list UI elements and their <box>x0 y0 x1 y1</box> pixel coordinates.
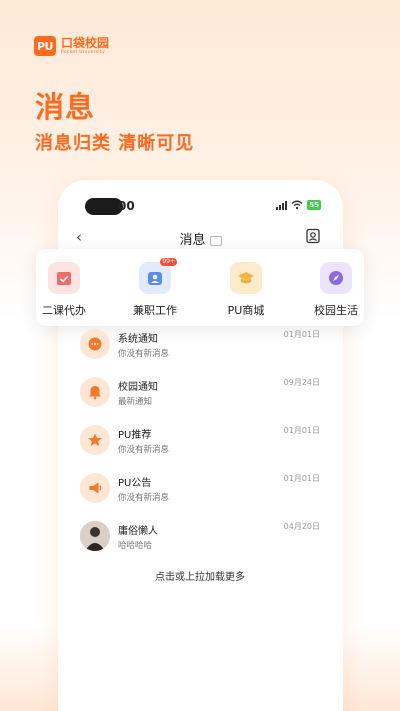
category-pu-mall[interactable]: PU商城 <box>214 262 278 318</box>
status-time: 00 <box>118 199 135 213</box>
status-icons: 55 <box>276 200 321 210</box>
message-row-recommend[interactable]: PU推荐 你没有新消息 01月01日 <box>80 419 325 459</box>
category-card: 二课代办 99+ 兼职工作 PU商城 校园生活 <box>36 249 364 326</box>
message-row-campus[interactable]: 校园通知 最新通知 09月24日 <box>80 371 325 411</box>
contacts-icon[interactable] <box>305 228 321 244</box>
message-date: 01月01日 <box>283 426 320 435</box>
chat-icon <box>80 329 110 359</box>
message-title: 庸俗懒人 <box>118 526 158 537</box>
message-row-system[interactable]: 系统通知 你没有新消息 01月01日 <box>80 323 325 363</box>
bell-icon <box>80 377 110 407</box>
message-row-user[interactable]: 庸俗懒人 哈哈哈哈 04月20日 <box>80 515 325 555</box>
category-label: PU商城 <box>227 304 265 317</box>
compass-icon <box>320 262 352 294</box>
message-preview: 哈哈哈哈 <box>118 541 153 551</box>
message-preview: 你没有新消息 <box>118 493 170 503</box>
wifi-icon <box>291 200 303 210</box>
star-icon <box>80 425 110 455</box>
category-label: 二课代办 <box>42 304 86 317</box>
category-label: 兼职工作 <box>133 304 177 317</box>
nav-title-wrap: 消息 <box>58 229 343 248</box>
brand-name-en: Pocket University <box>61 49 105 55</box>
message-preview: 最新通知 <box>118 397 153 407</box>
briefcase-user-icon: 99+ <box>139 258 177 294</box>
nav-bar: ‹ 消息 <box>58 226 343 250</box>
clear-icon[interactable] <box>209 235 222 246</box>
page-title: 消息 <box>179 233 206 248</box>
graduation-cap-icon <box>230 262 262 294</box>
brand-logo: PU 口袋校园 Pocket University <box>34 35 109 57</box>
unread-badge: 99+ <box>160 258 177 266</box>
message-title: PU推荐 <box>118 430 152 441</box>
page-subline: 消息归类 清晰可见 <box>35 133 195 154</box>
message-preview: 你没有新消息 <box>118 349 170 359</box>
calendar-check-icon <box>48 262 80 294</box>
load-more-link[interactable]: 点击或上拉加载更多 <box>0 568 400 583</box>
brand-wordmark: 口袋校园 Pocket University <box>61 37 109 56</box>
category-campus-life[interactable]: 校园生活 <box>304 262 368 318</box>
message-date: 01月01日 <box>283 474 320 483</box>
signal-icon <box>276 200 288 210</box>
category-second-class[interactable]: 二课代办 <box>32 262 96 318</box>
battery-indicator: 55 <box>307 200 321 210</box>
message-date: 04月20日 <box>283 522 320 531</box>
message-preview: 你没有新消息 <box>118 445 170 455</box>
page-headline: 消息 <box>35 90 96 124</box>
message-row-announcement[interactable]: PU公告 你没有新消息 01月01日 <box>80 467 325 507</box>
brand-name-cn: 口袋校园 <box>61 35 110 50</box>
message-title: 校园通知 <box>118 382 158 393</box>
category-label: 校园生活 <box>314 304 358 317</box>
message-date: 01月01日 <box>283 330 320 339</box>
message-title: 系统通知 <box>118 334 158 345</box>
user-avatar[interactable] <box>80 521 110 551</box>
message-title: PU公告 <box>118 478 152 489</box>
megaphone-icon <box>80 473 110 503</box>
category-part-time[interactable]: 99+ 兼职工作 <box>123 258 187 318</box>
pu-logo-icon: PU <box>34 36 56 56</box>
message-date: 09月24日 <box>283 378 320 387</box>
